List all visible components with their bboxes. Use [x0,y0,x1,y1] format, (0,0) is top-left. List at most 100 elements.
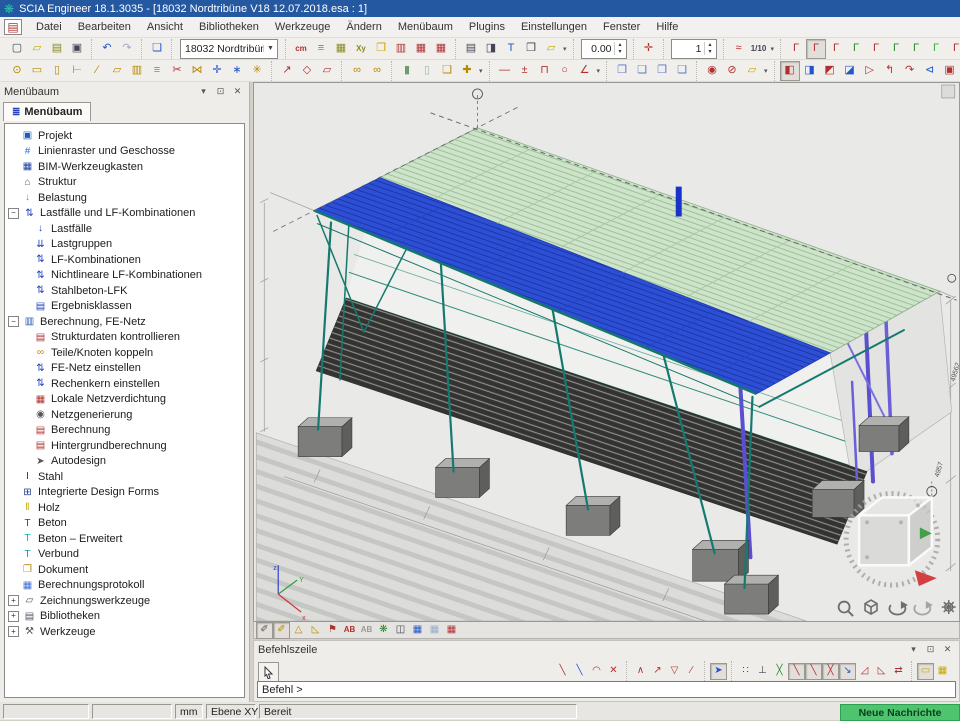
new-beam-slope-button[interactable]: ∕ [87,61,107,81]
save-database-button[interactable]: ▤ [47,39,67,59]
undo-button[interactable]: ↶ [97,39,117,59]
menu-item-4[interactable]: Werkzeuge [267,19,338,35]
new-document-button[interactable]: ▢ [7,39,27,59]
view-corner-8-button[interactable]: Γ [926,39,946,59]
tree-item-32[interactable]: +⚒Werkzeuge [5,624,244,640]
snap-triangle-button[interactable]: ▽ [666,663,683,680]
snap-perpendicular-button[interactable]: ⊥ [754,663,771,680]
snap-intersection-button[interactable]: ╳ [771,663,788,680]
dropdown[interactable]: ▾ [563,45,567,53]
linear-dimension-button[interactable]: — [495,61,515,81]
snap-angle-button[interactable]: ◺ [873,663,890,680]
tree-item-7[interactable]: ⇊Lastgruppen [5,237,244,253]
tree-item-19[interactable]: ▤Berechnung [5,423,244,439]
collapse-icon[interactable]: − [8,208,19,219]
tree-item-1[interactable]: #Linienraster und Geschosse [5,144,244,160]
snap-cursor-button[interactable]: ↗ [649,663,666,680]
snap-node-button[interactable]: ↘ [839,663,856,680]
paperspace-table-2-button[interactable]: ▦ [431,39,451,59]
panel-close-button[interactable]: ✕ [230,85,245,99]
menu-item-2[interactable]: Ansicht [139,19,191,35]
panel-close-button[interactable]: ✕ [940,643,955,657]
new-cross-beam-button[interactable]: ⊢ [67,61,87,81]
connect-nodes-button[interactable]: ↗ [277,61,297,81]
gallery-document-button[interactable]: ▥ [391,39,411,59]
tree-item-30[interactable]: +▱Zeichnungswerkzeuge [5,593,244,609]
mesh-node-button[interactable]: ∗ [227,61,247,81]
show-surfaces-button[interactable]: △ [290,622,307,639]
project-item-combo[interactable]: 18032 Nordtribüne▼ [180,39,278,59]
tree-item-11[interactable]: ▤Ergebnisklassen [5,299,244,315]
snap-midpoint-button[interactable]: ╲ [805,663,822,680]
mirror-member-button[interactable]: ◩ [820,61,840,81]
snap-grid-button[interactable]: ∷ [737,663,754,680]
view-corner-9-button[interactable]: Γ [946,39,960,59]
tree-item-23[interactable]: ⊞Integrierte Design Forms [5,485,244,501]
copy-to-doc-button[interactable]: ❐ [612,61,632,81]
snap-line-end-button[interactable]: ╲ [554,663,571,680]
save-button[interactable]: ▣ [67,39,87,59]
cursor-step-button[interactable]: ✛ [639,39,659,59]
tree-item-25[interactable]: TBeton [5,516,244,532]
tree-item-29[interactable]: ▦Berechnungsprotokoll [5,578,244,594]
copy-template-button[interactable]: ❐ [652,61,672,81]
new-column-button[interactable]: ▯ [47,61,67,81]
view-corner-3-button[interactable]: Γ [826,39,846,59]
snap-endpoint-button[interactable]: ╲ [788,663,805,680]
new-node-button[interactable]: ⊙ [7,61,27,81]
view-corner-2-button[interactable]: Γ [806,39,826,59]
render-solid-button[interactable]: ✐ [273,622,290,639]
hide-labels-button[interactable]: AB [358,622,375,639]
snap-cross-button[interactable]: ╳ [822,663,839,680]
panel-collapse-button[interactable]: ▾ [906,643,921,657]
snap-edge-button[interactable]: ◿ [856,663,873,680]
menu-item-8[interactable]: Einstellungen [513,19,595,35]
menu-item-9[interactable]: Fenster [595,19,648,35]
calculator-button[interactable]: ▦ [331,39,351,59]
titleblock-button[interactable]: T [501,39,521,59]
collapse-icon[interactable]: − [8,316,19,327]
view-corner-6-button[interactable]: Γ [886,39,906,59]
tree-item-0[interactable]: ▣Projekt [5,128,244,144]
tree-item-14[interactable]: ∞Teile/Knoten koppeln [5,345,244,361]
menu-item-7[interactable]: Plugins [461,19,513,35]
tree-item-6[interactable]: ↓Lastfälle [5,221,244,237]
print-preview-button[interactable]: ◨ [481,39,501,59]
table-ghost-button[interactable]: ▦ [426,622,443,639]
show-labels-button[interactable]: AB [341,622,358,639]
new-messages-badge[interactable]: Neue Nachrichte [840,704,960,721]
tree-item-21[interactable]: ➤Autodesign [5,454,244,470]
tree-item-4[interactable]: ↓Belastung [5,190,244,206]
link-pair-2-button[interactable]: ∞ [367,61,387,81]
copy-template-2-button[interactable]: ❏ [672,61,692,81]
view-corner-1-button[interactable]: Γ [786,39,806,59]
mesh-refine-button[interactable]: ▦ [443,622,460,639]
print-button[interactable]: ▤ [461,39,481,59]
angle-dimension-button[interactable]: ∠ [575,61,595,81]
rotate-member-button[interactable]: ◨ [800,61,820,81]
column-green-button[interactable]: ▮ [397,61,417,81]
menu-item-3[interactable]: Bibliotheken [191,19,267,35]
document-note-button[interactable]: ▱ [541,39,561,59]
tree-item-5[interactable]: −⇅Lastfälle und LF-Kombinationen [5,206,244,222]
tree-item-31[interactable]: +▤Bibliotheken [5,609,244,625]
copy-to-doc-2-button[interactable]: ❏ [632,61,652,81]
cut-beam-button[interactable]: ✂ [167,61,187,81]
tree-item-24[interactable]: ‖Holz [5,500,244,516]
render-wireframe-button[interactable]: ✐ [256,622,273,639]
dropdown[interactable]: ▾ [479,67,483,75]
image-gallery-button[interactable]: ❒ [521,39,541,59]
show-supports-button[interactable]: ⚑ [324,622,341,639]
dropdown[interactable]: ▾ [771,45,775,53]
snap-line-mid-button[interactable]: ╲ [571,663,588,680]
menu-item-10[interactable]: Hilfe [648,19,686,35]
open-layer-button[interactable]: ▱ [742,61,762,81]
tree-item-17[interactable]: ▦Lokale Netzverdichtung [5,392,244,408]
expand-icon[interactable]: + [8,626,19,637]
panel-collapse-button[interactable]: ▾ [196,85,211,99]
workspace-panel-button[interactable]: ❏ [147,39,167,59]
spinner-arrows[interactable]: ▴▾ [704,42,716,55]
snap-off-button[interactable]: ✕ [605,663,622,680]
redo-button[interactable]: ↷ [117,39,137,59]
stretch-member-button[interactable]: ◪ [840,61,860,81]
